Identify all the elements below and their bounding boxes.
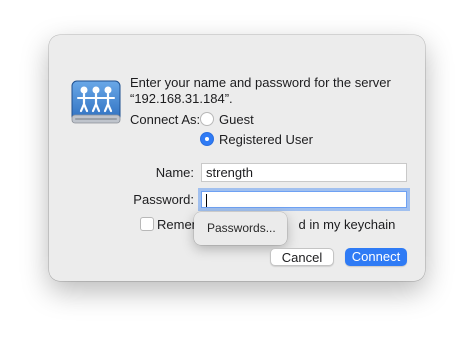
- message-line-2: “192.168.31.184”.: [130, 91, 233, 106]
- connect-as-label: Connect As:: [130, 112, 201, 127]
- name-label: Name:: [155, 165, 194, 180]
- connect-button[interactable]: Connect: [345, 248, 407, 266]
- passwords-menu-item[interactable]: Passwords...: [207, 221, 276, 235]
- message-line-1: Enter your name and password for the ser…: [130, 75, 391, 90]
- radio-registered-user-label[interactable]: Registered User: [219, 132, 313, 147]
- cancel-button[interactable]: Cancel: [270, 248, 334, 266]
- passwords-popover: Passwords...: [194, 212, 287, 245]
- radio-guest[interactable]: [200, 112, 214, 126]
- dialog-message: Enter your name and password for the ser…: [130, 75, 415, 107]
- connect-to-server-dialog: Enter your name and password for the ser…: [49, 35, 425, 281]
- radio-registered-user[interactable]: [200, 132, 214, 146]
- password-label: Password:: [133, 192, 194, 207]
- shared-server-icon: [71, 80, 121, 124]
- radio-guest-label[interactable]: Guest: [219, 112, 254, 127]
- password-field[interactable]: [201, 191, 407, 208]
- remember-password-checkbox[interactable]: [140, 217, 154, 231]
- name-field[interactable]: strength: [201, 163, 407, 182]
- remember-label-end: d in my keychain: [298, 217, 396, 232]
- text-caret: [206, 194, 207, 207]
